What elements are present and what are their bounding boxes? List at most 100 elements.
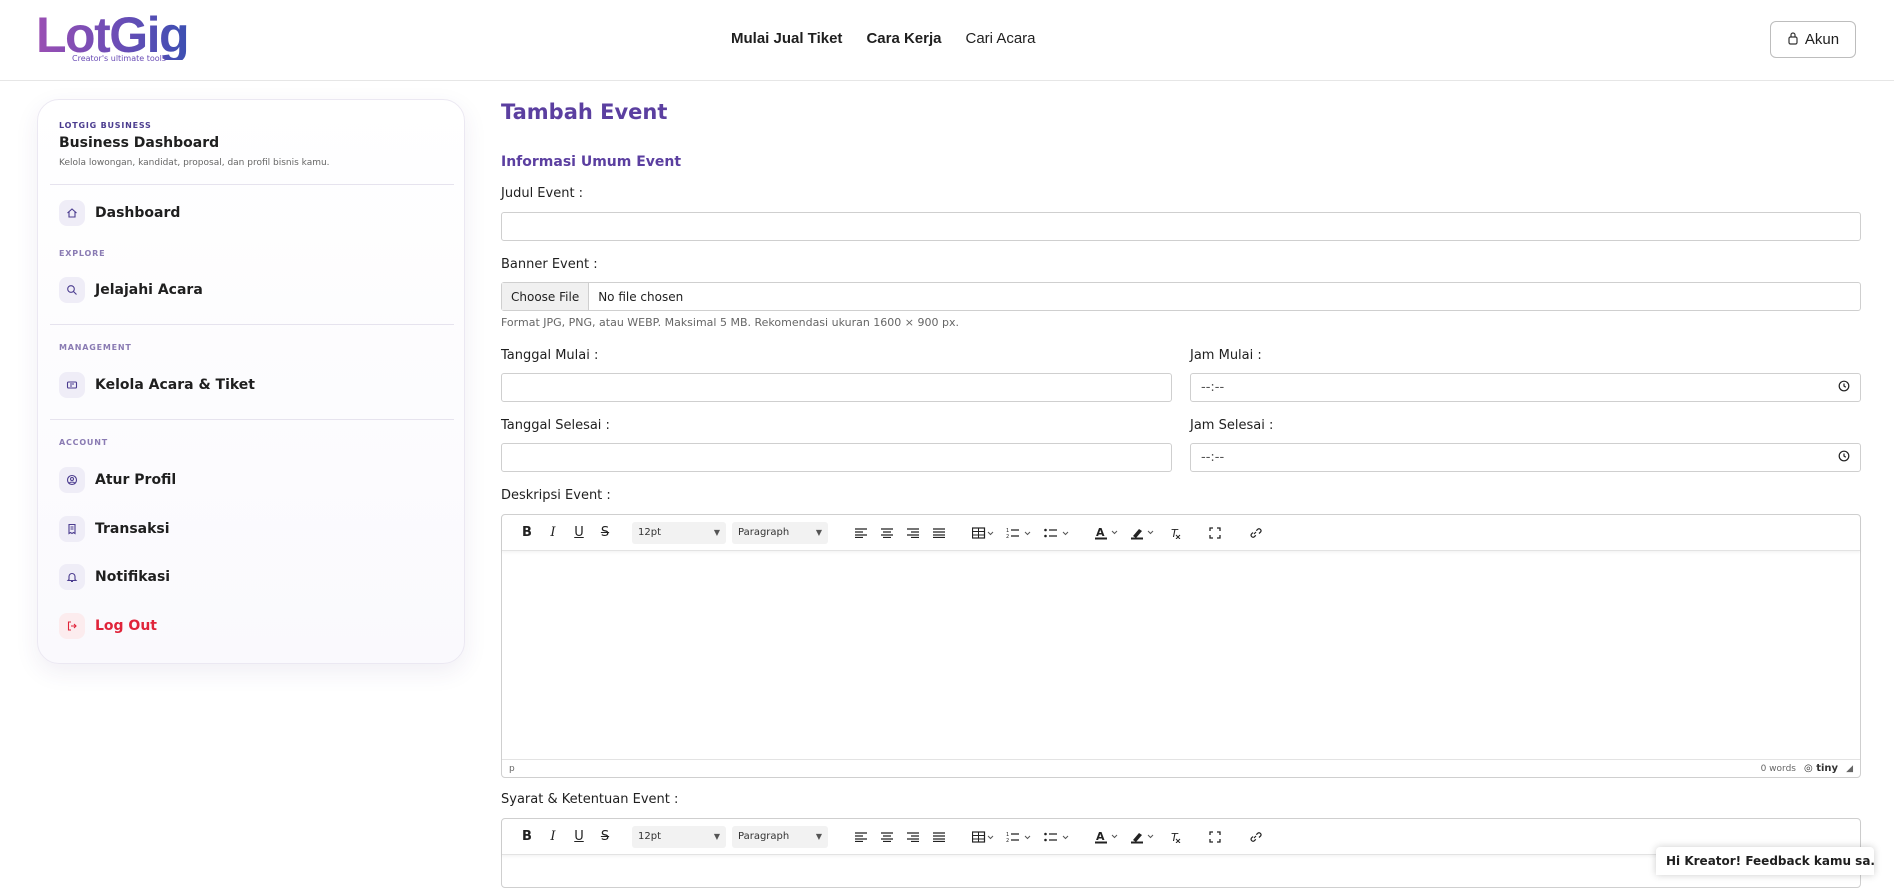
nav-cara-kerja[interactable]: Cara Kerja [866,30,941,47]
underline-icon[interactable]: U [566,520,592,546]
sidebar-divider [50,184,454,185]
sidebar-item-label: Jelajahi Acara [95,282,203,298]
jam-selesai-label: Jam Selesai : [1190,418,1274,433]
account-label: Akun [1804,31,1840,48]
table-icon[interactable] [966,824,1000,850]
bold-icon[interactable]: B [514,824,540,850]
font-size-select[interactable]: 12pt ▼ [632,825,726,848]
tanggal-selesai-input[interactable] [501,443,1172,472]
align-center-icon[interactable] [874,520,900,546]
logo-tagline: Creator's ultimate tools [72,54,167,63]
banner-hint: Format JPG, PNG, atau WEBP. Maksimal 5 M… [501,316,959,329]
judul-event-input[interactable] [501,212,1861,241]
feedback-widget[interactable]: Hi Kreator! Feedback kamu sa... ▲ [1656,847,1874,875]
sidebar-item-dashboard[interactable]: Dashboard [59,199,439,227]
page-title: Tambah Event [501,100,668,124]
jam-mulai-value: --:-- [1201,380,1225,395]
italic-icon[interactable]: I [540,520,566,546]
deskripsi-editor: B I U S 12pt ▼ Paragraph ▼ 12 A T p 0 word… [501,514,1861,778]
choose-file-button[interactable]: Choose File [502,283,590,310]
link-icon[interactable] [1242,520,1268,546]
nav-cari-acara[interactable]: Cari Acara [965,30,1035,47]
align-justify-icon[interactable] [926,520,952,546]
fullscreen-icon[interactable] [1202,520,1228,546]
sidebar-divider [50,324,454,325]
bold-icon[interactable]: B [514,520,540,546]
section-account: ACCOUNT [59,438,108,447]
clear-format-icon[interactable]: T [1162,520,1188,546]
logout-icon [59,613,85,639]
strikethrough-icon[interactable]: S [592,824,618,850]
link-icon[interactable] [1242,824,1268,850]
section-management: MANAGEMENT [59,343,132,352]
business-sidebar: LOTGIG BUSINESS Business Dashboard Kelol… [37,99,465,664]
align-center-icon[interactable] [874,824,900,850]
sidebar-title: Business Dashboard [59,135,220,151]
text-color-icon[interactable]: A [1090,520,1126,546]
banner-file-input[interactable]: Choose File No file chosen [501,282,1861,311]
sidebar-item-atur-profil[interactable]: Atur Profil [59,466,439,494]
sidebar-item-label: Atur Profil [95,472,177,488]
table-icon[interactable] [966,520,1000,546]
tanggal-mulai-label: Tanggal Mulai : [501,348,599,363]
sidebar-item-jelajahi-acara[interactable]: Jelajahi Acara [59,276,439,304]
svg-text:A: A [1096,526,1105,539]
bullet-list-icon[interactable] [1038,824,1076,850]
block-format-select[interactable]: Paragraph ▼ [732,521,828,544]
jam-mulai-input[interactable]: --:-- [1190,373,1861,402]
deskripsi-event-label: Deskripsi Event : [501,488,611,503]
numbered-list-icon[interactable]: 12 [1000,520,1038,546]
align-left-icon[interactable] [848,824,874,850]
highlight-icon[interactable] [1126,520,1162,546]
section-explore: EXPLORE [59,249,106,258]
sidebar-item-kelola-acara[interactable]: Kelola Acara & Tiket [59,371,439,399]
chevron-down-icon: ▼ [815,528,822,537]
sidebar-item-label: Notifikasi [95,569,171,585]
receipt-icon [59,516,85,542]
clock-icon[interactable] [1838,450,1850,466]
lock-icon [1787,31,1799,49]
jam-mulai-label: Jam Mulai : [1190,348,1262,363]
clear-format-icon[interactable]: T [1162,824,1188,850]
sidebar-item-notifikasi[interactable]: Notifikasi [59,563,439,591]
lotgig-logo[interactable]: LotGig Creator's ultimate tools [36,7,196,68]
sidebar-eyebrow: LOTGIG BUSINESS [59,121,152,130]
logo-text: LotGig [36,7,190,63]
strikethrough-icon[interactable]: S [592,520,618,546]
align-justify-icon[interactable] [926,824,952,850]
editor-statusbar: p 0 words ◎ tiny ◢ [502,759,1860,777]
element-path[interactable]: p [509,764,515,774]
highlight-icon[interactable] [1126,824,1162,850]
home-icon [59,200,85,226]
account-button[interactable]: Akun [1770,21,1856,58]
editor-content-area[interactable] [502,551,1860,759]
tanggal-mulai-input[interactable] [501,373,1172,402]
judul-event-label: Judul Event : [501,186,584,201]
align-left-icon[interactable] [848,520,874,546]
sidebar-item-label: Dashboard [95,205,181,221]
jam-selesai-input[interactable]: --:-- [1190,443,1861,472]
tiny-logo[interactable]: ◎ tiny [1804,763,1838,774]
align-right-icon[interactable] [900,520,926,546]
svg-text:2: 2 [1006,838,1009,843]
sidebar-item-logout[interactable]: Log Out [59,612,439,640]
sidebar-description: Kelola lowongan, kandidat, proposal, dan… [59,158,330,168]
fullscreen-icon[interactable] [1202,824,1228,850]
bullet-list-icon[interactable] [1038,520,1076,546]
nav-mulai-jual-tiket[interactable]: Mulai Jual Tiket [731,30,842,47]
sidebar-item-transaksi[interactable]: Transaksi [59,515,439,543]
numbered-list-icon[interactable]: 12 [1000,824,1038,850]
underline-icon[interactable]: U [566,824,592,850]
bell-icon [59,564,85,590]
svg-text:2: 2 [1006,534,1009,539]
word-count: 0 words [1760,763,1796,774]
resize-handle-icon[interactable]: ◢ [1846,764,1853,774]
block-format-select[interactable]: Paragraph ▼ [732,825,828,848]
italic-icon[interactable]: I [540,824,566,850]
text-color-icon[interactable]: A [1090,824,1126,850]
sidebar-item-label: Transaksi [95,521,170,537]
font-size-select[interactable]: 12pt ▼ [632,521,726,544]
clock-icon[interactable] [1838,380,1850,396]
chevron-down-icon: ▼ [713,832,720,841]
align-right-icon[interactable] [900,824,926,850]
